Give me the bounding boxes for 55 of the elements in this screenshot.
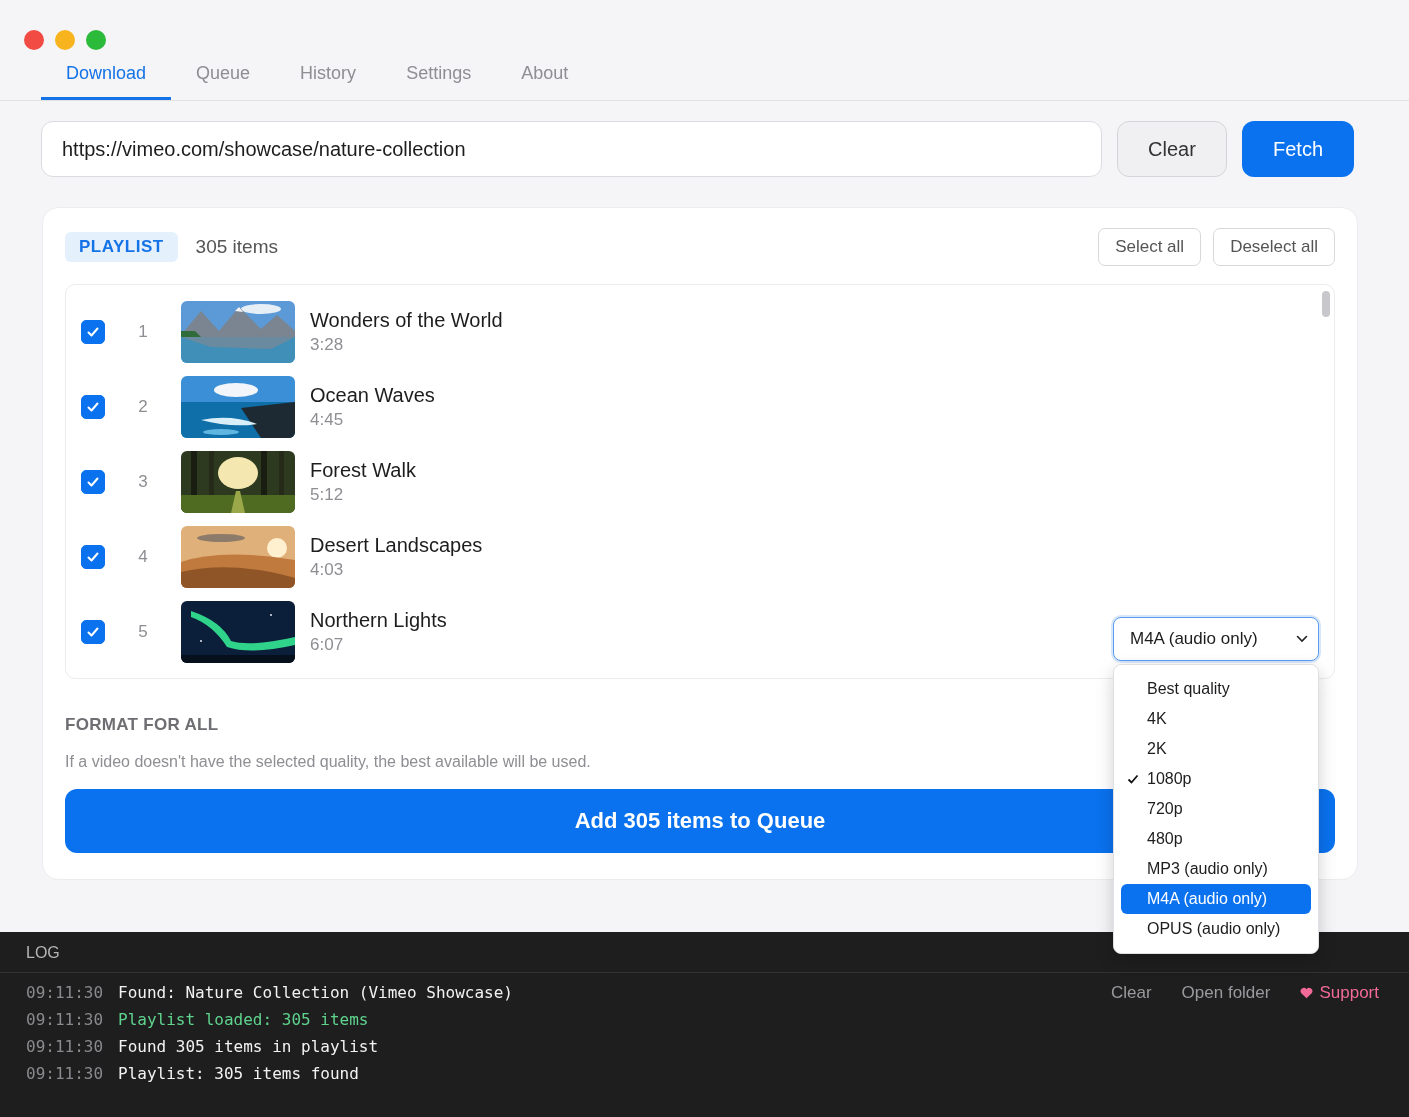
log-time: 09:11:30 [26,1037,105,1056]
video-duration: 3:28 [310,334,344,355]
format-option[interactable]: 4K [1121,704,1311,734]
item-number: 3 [137,471,149,492]
select-all-button[interactable]: Select all [1098,228,1202,266]
log-message: Found: Nature Collection (Vimeo Showcase) [118,983,513,1002]
format-heading: FORMAT FOR ALL [65,715,219,735]
format-option[interactable]: 720p [1121,794,1311,824]
deselect-all-button[interactable]: Deselect all [1213,228,1335,266]
heart-icon [1300,987,1314,999]
checkmark-icon [1127,773,1139,785]
tab[interactable]: Download [41,50,172,100]
item-number: 2 [137,396,149,417]
format-hint: If a video doesn't have the selected quality, the best available will be used. [65,753,591,771]
log-time: 09:11:30 [26,1064,105,1083]
log-message: Found 305 items in playlist [118,1037,379,1056]
scrollbar-thumb[interactable] [1322,291,1330,317]
video-title: Wonders of the World [310,308,503,332]
log-action-button[interactable]: Clear [1111,983,1152,1003]
format-option[interactable]: MP3 (audio only) [1121,854,1311,884]
video-title: Forest Walk [310,458,416,482]
item-count: 305 items [195,236,278,258]
item-number: 5 [137,621,149,642]
fetch-button[interactable]: Fetch [1242,121,1354,177]
log-action-button[interactable]: Open folder [1181,983,1271,1003]
video-duration: 5:12 [310,484,344,505]
log-message: Playlist loaded: 305 items [118,1010,369,1029]
format-option[interactable]: Best quality [1121,674,1311,704]
video-duration: 4:45 [310,409,344,430]
video-duration: 4:03 [310,559,344,580]
checkbox[interactable] [81,544,105,569]
playlist-badge: PLAYLIST [65,232,178,262]
checkbox[interactable] [81,469,105,494]
item-number: 4 [137,546,149,567]
video-title: Desert Landscapes [310,533,483,557]
format-option[interactable]: 2K [1121,734,1311,764]
format-option[interactable]: M4A (audio only) [1121,884,1311,914]
video-duration: 6:07 [310,634,344,655]
log-time: 09:11:30 [26,1010,105,1029]
zoom-window-icon[interactable] [86,30,106,50]
checkbox[interactable] [81,619,105,644]
clear-button[interactable]: Clear [1117,121,1227,177]
close-window-icon[interactable] [24,30,44,50]
format-select[interactable]: M4A (audio only) [1113,617,1319,661]
chevron-down-icon [1296,635,1308,643]
checkbox[interactable] [81,319,105,344]
log-time: 09:11:30 [26,983,105,1002]
video-title: Northern Lights [310,608,447,632]
url-field[interactable]: https://vimeo.com/showcase/nature-collection [41,121,1102,177]
log-message: Playlist: 305 items found [118,1064,359,1083]
item-number: 1 [137,321,149,342]
format-option[interactable]: 480p [1121,824,1311,854]
support-link[interactable]: Support [1300,983,1379,1003]
video-title: Ocean Waves [310,383,435,407]
checkbox[interactable] [81,394,105,419]
